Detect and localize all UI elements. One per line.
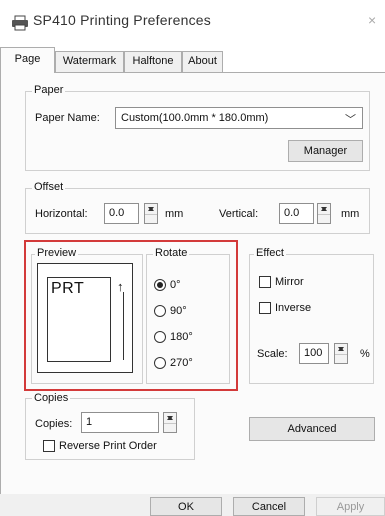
horizontal-spinner[interactable]: [144, 203, 158, 224]
spin-down-icon[interactable]: [335, 344, 347, 354]
vertical-spinner[interactable]: [317, 203, 331, 224]
ok-button[interactable]: OK: [150, 497, 222, 516]
chevron-down-icon: ﹀: [345, 114, 356, 126]
reverse-order-label[interactable]: Reverse Print Order: [59, 440, 157, 452]
horizontal-input[interactable]: 0.0: [104, 203, 139, 224]
horizontal-label: Horizontal:: [35, 208, 88, 220]
cancel-button[interactable]: Cancel: [233, 497, 305, 516]
vertical-unit: mm: [341, 208, 360, 220]
vertical-input[interactable]: 0.0: [279, 203, 314, 224]
reverse-order-checkbox[interactable]: [43, 440, 55, 452]
close-icon[interactable]: ×: [368, 12, 376, 28]
tab-halftone[interactable]: Halftone: [124, 51, 182, 72]
horizontal-unit: mm: [165, 208, 184, 220]
tab-page[interactable]: Page: [0, 47, 55, 73]
scale-unit: %: [360, 348, 370, 360]
offset-legend: Offset: [32, 181, 66, 193]
scale-spinner[interactable]: [334, 343, 348, 364]
inverse-checkbox[interactable]: [259, 302, 271, 314]
scale-input[interactable]: 100: [299, 343, 329, 364]
spin-down-icon[interactable]: [318, 204, 330, 214]
spin-down-icon[interactable]: [164, 413, 176, 423]
mirror-checkbox[interactable]: [259, 276, 271, 288]
highlight-box: [24, 240, 238, 391]
copies-input[interactable]: 1: [81, 412, 159, 433]
tab-watermark[interactable]: Watermark: [55, 51, 124, 72]
window-title: SP410 Printing Preferences: [33, 12, 211, 28]
copies-label: Copies:: [35, 418, 73, 430]
printer-icon: [12, 15, 28, 31]
paper-name-label: Paper Name:: [35, 112, 100, 124]
paper-name-value: Custom(100.0mm * 180.0mm): [121, 112, 269, 124]
advanced-button[interactable]: Advanced: [249, 417, 375, 441]
manager-button[interactable]: Manager: [288, 140, 363, 162]
apply-button[interactable]: Apply: [316, 497, 385, 516]
mirror-label[interactable]: Mirror: [275, 276, 304, 288]
tab-about[interactable]: About: [182, 51, 223, 72]
effect-group: [249, 254, 374, 384]
inverse-label[interactable]: Inverse: [275, 302, 311, 314]
spin-down-icon[interactable]: [145, 204, 157, 214]
copies-spinner[interactable]: [163, 412, 177, 433]
copies-legend: Copies: [32, 392, 71, 404]
vertical-label: Vertical:: [219, 208, 259, 220]
scale-label: Scale:: [257, 348, 288, 360]
paper-legend: Paper: [32, 84, 66, 96]
paper-name-select[interactable]: Custom(100.0mm * 180.0mm) ﹀: [115, 107, 363, 129]
effect-legend: Effect: [254, 247, 286, 259]
